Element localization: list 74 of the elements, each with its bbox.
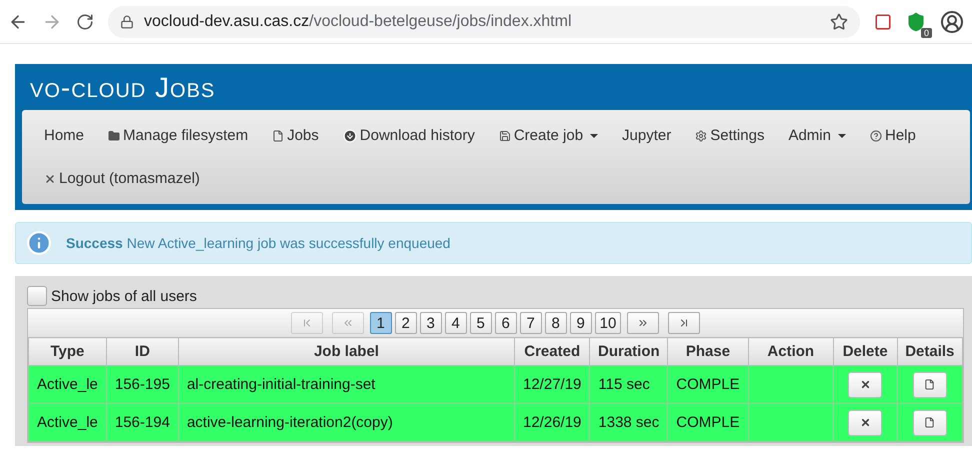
- download-icon: [342, 128, 357, 142]
- shield-icon[interactable]: [906, 12, 926, 32]
- close-icon: [44, 172, 56, 184]
- column-header[interactable]: Type: [28, 338, 106, 366]
- url-path: /vocloud-betelgeuse/jobs/index.xhtml: [309, 12, 572, 30]
- table-cell: Active_le: [28, 404, 106, 442]
- column-header[interactable]: Created: [514, 338, 590, 366]
- table-cell: 156-194: [106, 404, 178, 442]
- file-icon: [272, 130, 284, 142]
- page-button[interactable]: 3: [420, 312, 442, 334]
- table-cell: 1338 sec: [590, 404, 668, 442]
- delete-button[interactable]: [848, 372, 882, 398]
- nav-link[interactable]: Jupyter: [610, 114, 684, 157]
- nav-link[interactable]: Manage filesystem: [96, 114, 260, 157]
- column-header[interactable]: Details: [897, 338, 962, 366]
- page-button[interactable]: 5: [470, 312, 492, 334]
- last-page-button[interactable]: [668, 312, 700, 334]
- next-page-button[interactable]: [627, 312, 660, 334]
- extension-icon[interactable]: [874, 12, 892, 30]
- page-button[interactable]: 2: [394, 312, 417, 334]
- nav-link[interactable]: Admin: [776, 114, 858, 157]
- page-button[interactable]: 4: [444, 312, 467, 334]
- page-button[interactable]: 6: [494, 312, 517, 334]
- page-button[interactable]: 1: [370, 312, 392, 334]
- column-header[interactable]: ID: [106, 338, 178, 366]
- reload-icon[interactable]: [76, 12, 94, 30]
- nav-link[interactable]: Logout (tomasmazel): [32, 157, 212, 200]
- table-cell: al-creating-initial-training-set: [178, 366, 514, 404]
- double-chevron-left-icon: [342, 317, 354, 329]
- star-icon[interactable]: [830, 12, 848, 30]
- lock-icon: [120, 14, 134, 28]
- column-header[interactable]: Phase: [668, 338, 748, 366]
- page-button[interactable]: 9: [570, 312, 592, 334]
- checkbox-label: Show jobs of all users: [51, 288, 197, 304]
- table-cell: COMPLE: [668, 366, 748, 404]
- extension-badge: 0: [920, 28, 932, 38]
- page-button[interactable]: 7: [520, 312, 542, 334]
- info-icon: [26, 230, 52, 256]
- nav-link[interactable]: Jobs: [260, 114, 331, 157]
- close-icon: [860, 417, 871, 428]
- column-header[interactable]: Duration: [590, 338, 668, 366]
- details-button[interactable]: [912, 372, 947, 398]
- nav-link[interactable]: Settings: [683, 114, 776, 157]
- page-button[interactable]: 8: [544, 312, 567, 334]
- close-icon: [860, 379, 871, 390]
- double-chevron-right-icon: [637, 317, 650, 329]
- account-icon[interactable]: [940, 10, 964, 34]
- url-host: vocloud-dev.asu.cas.cz: [144, 12, 310, 30]
- table-cell: 12/27/19: [514, 366, 590, 404]
- page-button[interactable]: 10: [594, 312, 622, 334]
- settings-icon: [695, 130, 708, 142]
- file-icon: [924, 379, 936, 390]
- nav-link[interactable]: Create job: [486, 114, 610, 157]
- column-header[interactable]: Delete: [833, 338, 898, 366]
- table-cell: active-learning-iteration2(copy): [178, 404, 514, 442]
- nav-link[interactable]: Home: [32, 114, 96, 157]
- alert-message: Success New Active_learning job was successfully enqueued: [66, 235, 450, 251]
- table-cell: COMPLE: [668, 404, 748, 442]
- table-cell: 12/26/19: [514, 404, 590, 442]
- column-header[interactable]: Action: [748, 338, 834, 366]
- checkbox[interactable]: [27, 286, 47, 306]
- file-icon: [924, 417, 936, 428]
- nav-link[interactable]: Download history: [330, 114, 487, 157]
- address-bar[interactable]: vocloud-dev.asu.cas.cz/vocloud-betelgeuse/jobs/index.xhtml: [108, 6, 860, 38]
- delete-button[interactable]: [848, 410, 882, 436]
- details-button[interactable]: [912, 410, 947, 436]
- folder-icon: [108, 130, 120, 142]
- table-cell: 115 sec: [590, 366, 668, 404]
- table-cell: Active_le: [28, 366, 106, 404]
- column-header[interactable]: Job label: [178, 338, 514, 366]
- nav-link[interactable]: Help: [858, 114, 928, 157]
- help-icon: [870, 130, 882, 142]
- table-cell: 156-195: [106, 366, 178, 404]
- page-title: vo-cloud Jobs: [29, 72, 216, 105]
